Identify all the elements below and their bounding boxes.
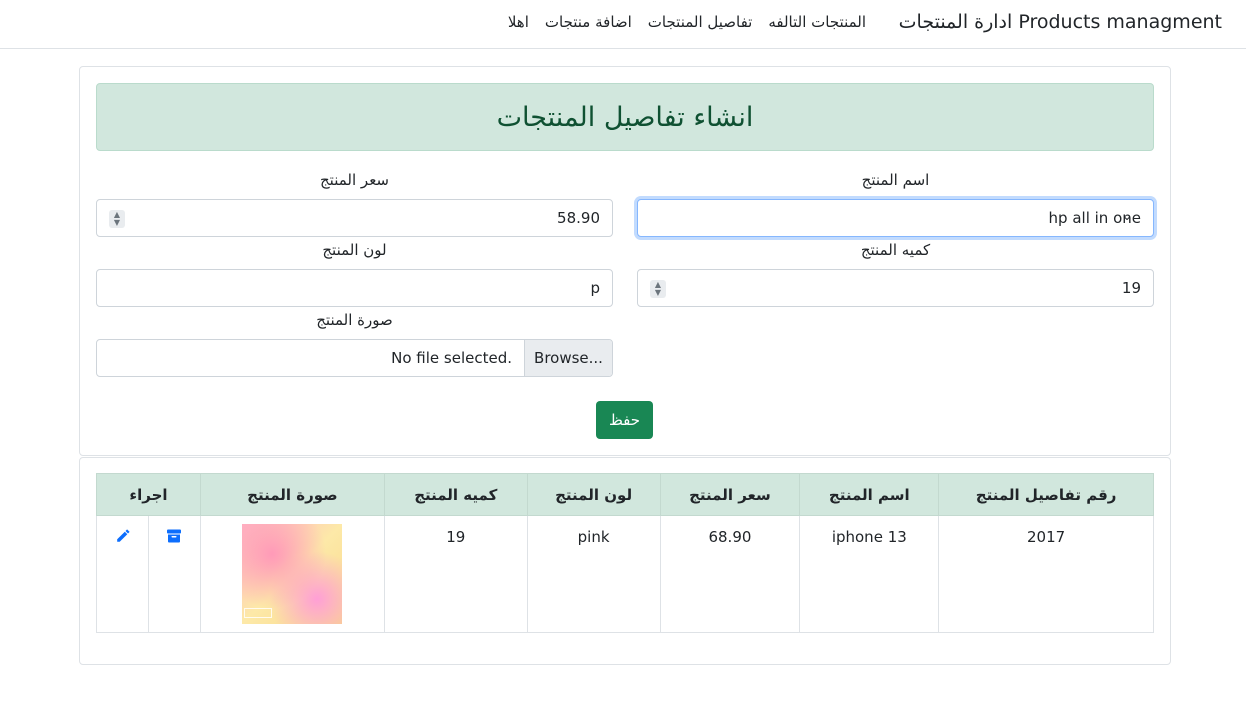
table-header-row: رقم تفاصيل المنتج اسم المنتج سعر المنتج … [96,473,1154,516]
table-row: 2017 iphone 13 68.90 pink 19 [95,515,1154,633]
browse-button[interactable]: Browse... [524,340,612,376]
product-color-value: p [590,279,600,297]
cell-detail-id: 2017 [938,515,1154,633]
navbar: Products managment ادارة المنتجات اهلا ا… [0,0,1246,49]
product-thumbnail [242,524,343,624]
nav-link-damaged-products[interactable]: المنتجات التالفه [768,13,866,31]
products-table-card: رقم تفاصيل المنتج اسم المنتج سعر المنتج … [79,457,1171,665]
cell-product-image [199,515,385,633]
product-price-value: 58.90 [557,209,600,227]
product-image-label: صورة المنتج [316,311,393,329]
edit-pencil-icon[interactable] [115,529,131,548]
header-product-price: سعر المنتج [659,473,801,516]
product-quantity-value: 19 [1121,279,1141,297]
header-actions: اجراء [96,473,201,516]
navbar-brand[interactable]: Products managment ادارة المنتجات [899,11,1222,33]
product-price-input[interactable]: 58.90 ▲ ▼ [96,199,613,237]
product-color-label: لون المنتج [322,241,387,259]
product-name-label: اسم المنتج [861,171,930,189]
autocomplete-caret-icon: ⌄ [1122,209,1133,223]
product-form-card: انشاء تفاصيل المنتجات اسم المنتج hp all … [79,66,1171,456]
number-spinner-icon[interactable]: ▲ ▼ [109,210,125,228]
cell-archive-action [148,515,201,633]
cell-product-color: pink [526,515,661,633]
nav-link-add-products[interactable]: اضافة منتجات [545,13,632,31]
cell-edit-action [95,515,150,633]
product-price-label: سعر المنتج [320,171,389,189]
file-status: No file selected. [391,349,512,367]
form-title: انشاء تفاصيل المنتجات [496,101,754,133]
header-product-color: لون المنتج [526,473,661,516]
product-quantity-input[interactable]: 19 ▲ ▼ [637,269,1154,307]
cell-product-quantity: 19 [383,515,528,633]
nav-link-welcome[interactable]: اهلا [508,13,529,31]
product-color-input[interactable]: p [96,269,613,307]
header-product-name: اسم المنتج [799,473,940,516]
number-spinner-icon[interactable]: ▲ ▼ [650,280,666,298]
product-quantity-label: كميه المنتج [860,241,931,259]
nav-link-product-details[interactable]: تفاصيل المنتجات [648,13,753,31]
product-image-file-input[interactable]: Browse... No file selected. [96,339,613,377]
nav-links: اهلا اضافة منتجات تفاصيل المنتجات المنتج… [508,13,866,31]
cell-product-price: 68.90 [659,515,801,633]
archive-icon[interactable] [166,529,182,548]
thumbnail-tag [244,608,273,618]
cell-product-name: iphone 13 [799,515,940,633]
save-button[interactable]: حفظ [596,401,653,439]
form-title-banner: انشاء تفاصيل المنتجات [96,83,1154,151]
header-product-quantity: كميه المنتج [383,473,528,516]
header-detail-id: رقم تفاصيل المنتج [938,473,1154,516]
header-product-image: صورة المنتج [199,473,385,516]
products-table: رقم تفاصيل المنتج اسم المنتج سعر المنتج … [95,473,1154,633]
product-name-input[interactable]: hp all in one ⌄ [637,199,1154,237]
